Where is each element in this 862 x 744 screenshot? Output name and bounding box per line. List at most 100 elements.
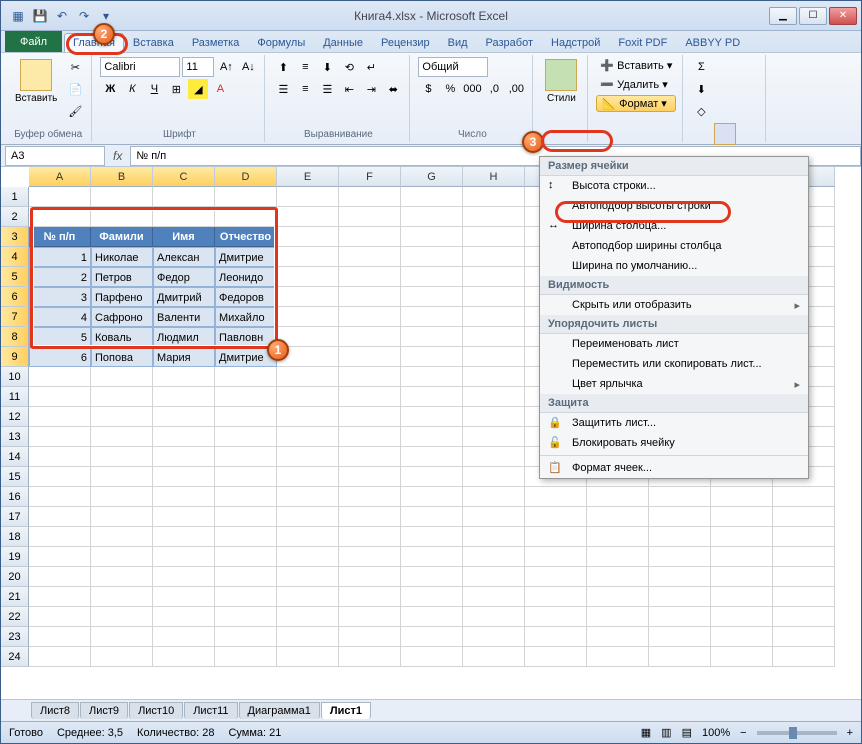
- cell[interactable]: [277, 467, 339, 487]
- cell[interactable]: 6: [29, 347, 91, 367]
- decimal-dec-icon[interactable]: ,00: [506, 79, 526, 99]
- dd-row-height[interactable]: ↕Высота строки...: [540, 176, 808, 196]
- cell[interactable]: [91, 487, 153, 507]
- cell[interactable]: [277, 427, 339, 447]
- cell[interactable]: [153, 387, 215, 407]
- cell[interactable]: [649, 607, 711, 627]
- tab-review[interactable]: Рецензир: [372, 33, 439, 52]
- cell[interactable]: [215, 647, 277, 667]
- cell[interactable]: [215, 587, 277, 607]
- cell[interactable]: [277, 187, 339, 207]
- column-header[interactable]: A: [29, 167, 91, 187]
- row-header[interactable]: 8: [1, 327, 29, 347]
- cell[interactable]: [277, 227, 339, 247]
- cell[interactable]: [29, 427, 91, 447]
- cell[interactable]: [525, 487, 587, 507]
- cell[interactable]: [153, 407, 215, 427]
- row-header[interactable]: 20: [1, 567, 29, 587]
- cell[interactable]: [463, 567, 525, 587]
- cell[interactable]: [711, 647, 773, 667]
- cell[interactable]: [463, 427, 525, 447]
- tab-foxit[interactable]: Foxit PDF: [609, 33, 676, 52]
- cell[interactable]: [587, 527, 649, 547]
- row-header[interactable]: 16: [1, 487, 29, 507]
- delete-cells-button[interactable]: ➖ Удалить ▾: [596, 76, 676, 93]
- cell[interactable]: [91, 407, 153, 427]
- cell[interactable]: [525, 507, 587, 527]
- row-header[interactable]: 19: [1, 547, 29, 567]
- sheet-tab[interactable]: Лист8: [31, 702, 79, 719]
- cell[interactable]: [463, 287, 525, 307]
- insert-cells-button[interactable]: ➕ Вставить ▾: [596, 57, 676, 74]
- cell[interactable]: [773, 587, 835, 607]
- cell[interactable]: [91, 627, 153, 647]
- fx-icon[interactable]: fx: [113, 149, 122, 163]
- cell[interactable]: [401, 467, 463, 487]
- row-header[interactable]: 3: [1, 227, 29, 247]
- cell[interactable]: [277, 287, 339, 307]
- view-normal-icon[interactable]: ▦: [641, 726, 651, 739]
- dd-col-width[interactable]: ↔Ширина столбца...: [540, 216, 808, 236]
- column-header[interactable]: C: [153, 167, 215, 187]
- cell[interactable]: [463, 187, 525, 207]
- cell[interactable]: [29, 467, 91, 487]
- cell[interactable]: [153, 427, 215, 447]
- row-header[interactable]: 6: [1, 287, 29, 307]
- cell[interactable]: [277, 647, 339, 667]
- cell[interactable]: [339, 427, 401, 447]
- cell[interactable]: [277, 607, 339, 627]
- cell[interactable]: [339, 267, 401, 287]
- cell[interactable]: [153, 367, 215, 387]
- cell[interactable]: [401, 227, 463, 247]
- cell[interactable]: [91, 367, 153, 387]
- cell[interactable]: [463, 307, 525, 327]
- dd-format-cells[interactable]: 📋Формат ячеек...: [540, 458, 808, 478]
- cell[interactable]: [773, 527, 835, 547]
- cell[interactable]: [91, 587, 153, 607]
- cell[interactable]: [91, 387, 153, 407]
- save-icon[interactable]: 💾: [31, 7, 49, 25]
- cell[interactable]: [277, 487, 339, 507]
- cell[interactable]: [91, 547, 153, 567]
- cell[interactable]: Федор: [153, 267, 215, 287]
- cell[interactable]: [215, 567, 277, 587]
- cell[interactable]: [711, 487, 773, 507]
- number-format-combo[interactable]: Общий: [418, 57, 488, 77]
- cell[interactable]: [153, 547, 215, 567]
- cell[interactable]: 4: [29, 307, 91, 327]
- cell[interactable]: [215, 407, 277, 427]
- cell[interactable]: Леонидо: [215, 267, 277, 287]
- cell[interactable]: [277, 267, 339, 287]
- cell[interactable]: [525, 547, 587, 567]
- row-header[interactable]: 13: [1, 427, 29, 447]
- paste-button[interactable]: Вставить: [11, 57, 61, 106]
- cell[interactable]: [711, 507, 773, 527]
- format-cells-button[interactable]: 📐 Формат ▾: [596, 95, 676, 112]
- cell[interactable]: [401, 327, 463, 347]
- row-header[interactable]: 14: [1, 447, 29, 467]
- cell[interactable]: Попова: [91, 347, 153, 367]
- cell[interactable]: [153, 507, 215, 527]
- row-header[interactable]: 12: [1, 407, 29, 427]
- cell[interactable]: [277, 207, 339, 227]
- cell[interactable]: [401, 387, 463, 407]
- bold-button[interactable]: Ж: [100, 79, 120, 99]
- cell[interactable]: [339, 487, 401, 507]
- row-header[interactable]: 11: [1, 387, 29, 407]
- cell[interactable]: Дмитрий: [153, 287, 215, 307]
- align-bottom-icon[interactable]: ⬇: [317, 57, 337, 77]
- column-header[interactable]: D: [215, 167, 277, 187]
- cell[interactable]: [463, 227, 525, 247]
- column-header[interactable]: G: [401, 167, 463, 187]
- cell[interactable]: [277, 387, 339, 407]
- cell[interactable]: [587, 567, 649, 587]
- cell[interactable]: [463, 507, 525, 527]
- cell[interactable]: [711, 547, 773, 567]
- cell[interactable]: [401, 487, 463, 507]
- row-header[interactable]: 4: [1, 247, 29, 267]
- cell[interactable]: [153, 587, 215, 607]
- sheet-tab[interactable]: Диаграмма1: [239, 702, 320, 719]
- cell[interactable]: [29, 447, 91, 467]
- tab-abbyy[interactable]: ABBYY PD: [676, 33, 749, 52]
- cell[interactable]: [277, 507, 339, 527]
